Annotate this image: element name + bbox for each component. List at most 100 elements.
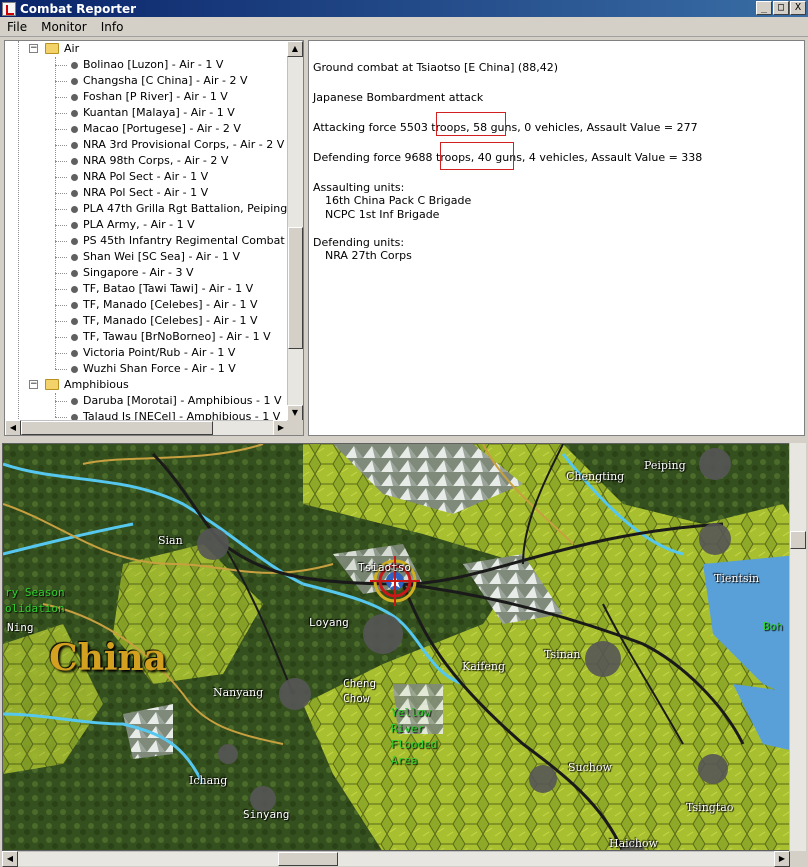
- map-label-yellow-3: Flooded: [391, 738, 438, 751]
- tree-connector: [55, 273, 67, 274]
- tree-connector: [55, 305, 67, 306]
- tree-item-label: TF, Manado [Celebes] - Air - 1 V: [83, 298, 258, 311]
- map-vertical-scrollbar[interactable]: [789, 443, 806, 851]
- tree-group[interactable]: − Amphibious: [5, 377, 289, 393]
- map-label-yellow-4: Area: [391, 754, 418, 767]
- tree-connector: [55, 161, 67, 162]
- tree-item[interactable]: Victoria Point/Rub - Air - 1 V: [5, 345, 289, 361]
- tree-item[interactable]: NRA Pol Sect - Air - 1 V: [5, 185, 289, 201]
- map-vscroll-thumb[interactable]: [790, 531, 806, 549]
- tree-item[interactable]: Kuantan [Malaya] - Air - 1 V: [5, 105, 289, 121]
- report-attacking-force: Attacking force 5503 troops, 58 guns, 0 …: [313, 121, 698, 134]
- tree-item[interactable]: Changsha [C China] - Air - 2 V: [5, 73, 289, 89]
- minimize-button[interactable]: _: [756, 1, 772, 15]
- scroll-up-arrow-icon[interactable]: ▲: [287, 41, 303, 57]
- map-label-tsiaotso: Tsiaotso: [358, 561, 411, 574]
- tree-horizontal-scrollbar[interactable]: ◀ ▶: [5, 420, 289, 435]
- tree-item[interactable]: PLA 47th Grilla Rgt Battalion, Peiping […: [5, 201, 289, 217]
- tree-item[interactable]: Foshan [P River] - Air - 1 V: [5, 89, 289, 105]
- tree-connector: [55, 401, 67, 402]
- menu-info[interactable]: Info: [94, 20, 131, 34]
- tree-hscroll-thumb[interactable]: [21, 421, 213, 435]
- tree-group[interactable]: − Air: [5, 41, 289, 57]
- map-horizontal-scrollbar[interactable]: ◀ ▶: [2, 851, 790, 867]
- collapse-toggle-icon[interactable]: −: [29, 44, 38, 53]
- unit-bullet-icon: [71, 206, 78, 213]
- unit-bullet-icon: [71, 78, 78, 85]
- tree-item[interactable]: Wuzhi Shan Force - Air - 1 V: [5, 361, 289, 377]
- tree-item[interactable]: NRA 98th Corps, - Air - 2 V: [5, 153, 289, 169]
- tree-item[interactable]: PLA Army, - Air - 1 V: [5, 217, 289, 233]
- unit-bullet-icon: [71, 94, 78, 101]
- tree-item[interactable]: Daruba [Morotai] - Amphibious - 1 V: [5, 393, 289, 409]
- tree-vertical-connector: [55, 393, 56, 417]
- close-button[interactable]: X: [790, 1, 806, 15]
- tree-vertical-scrollbar[interactable]: ▲ ▼: [287, 41, 303, 421]
- report-attack-type: Japanese Bombardment attack: [313, 91, 484, 104]
- tree-item[interactable]: Bolinao [Luzon] - Air - 1 V: [5, 57, 289, 73]
- assaulting-units-title: Assaulting units:: [313, 181, 405, 194]
- tree-connector: [55, 417, 67, 418]
- unit-bullet-icon: [71, 302, 78, 309]
- tree-item[interactable]: Singapore - Air - 3 V: [5, 265, 289, 281]
- tree-item-label: Macao [Portugese] - Air - 2 V: [83, 122, 241, 135]
- tree-item-label: Victoria Point/Rub - Air - 1 V: [83, 346, 236, 359]
- tree-item[interactable]: Macao [Portugese] - Air - 2 V: [5, 121, 289, 137]
- tree-connector: [55, 81, 67, 82]
- tree-item[interactable]: TF, Manado [Celebes] - Air - 1 V: [5, 297, 289, 313]
- map-label-consolidation: olidation: [5, 602, 65, 615]
- tree-item[interactable]: TF, Batao [Tawi Tawi] - Air - 1 V: [5, 281, 289, 297]
- maximize-button[interactable]: □: [773, 1, 789, 15]
- unit-bullet-icon: [71, 398, 78, 405]
- tree-connector: [55, 353, 67, 354]
- tree-item[interactable]: PS 45th Infantry Regimental Combat Team: [5, 233, 289, 249]
- map-label-ichang: Ichang: [189, 774, 228, 787]
- map-hscroll-thumb[interactable]: [278, 852, 338, 866]
- map-scroll-left-arrow-icon[interactable]: ◀: [2, 851, 18, 867]
- scroll-down-arrow-icon[interactable]: ▼: [287, 405, 303, 421]
- map-scroll-right-arrow-icon[interactable]: ▶: [774, 851, 790, 867]
- unit-bullet-icon: [71, 286, 78, 293]
- map-label-china: China: [49, 637, 168, 679]
- collapse-toggle-icon[interactable]: −: [29, 380, 38, 389]
- assaulting-unit: NCPC 1st Inf Brigade: [325, 208, 440, 221]
- tree-item-label: PS 45th Infantry Regimental Combat Team: [83, 234, 289, 247]
- tree-item-label: Wuzhi Shan Force - Air - 1 V: [83, 362, 236, 375]
- unit-bullet-icon: [71, 270, 78, 277]
- scroll-left-arrow-icon[interactable]: ◀: [5, 420, 21, 435]
- tree-item[interactable]: TF, Tawau [BrNoBorneo] - Air - 1 V: [5, 329, 289, 345]
- tree-item[interactable]: NRA 3rd Provisional Corps, - Air - 2 V: [5, 137, 289, 153]
- menu-bar: File Monitor Info: [0, 17, 808, 37]
- tree-item-label: PLA Army, - Air - 1 V: [83, 218, 195, 231]
- map-label-tsinan: Tsinan: [544, 648, 581, 661]
- unit-bullet-icon: [71, 158, 78, 165]
- map-label-tsingtao: Tsingtao: [686, 801, 734, 814]
- menu-file[interactable]: File: [0, 20, 34, 34]
- tree-item[interactable]: Shan Wei [SC Sea] - Air - 1 V: [5, 249, 289, 265]
- tree-item-label: NRA 98th Corps, - Air - 2 V: [83, 154, 229, 167]
- map-label-nanyang: Nanyang: [213, 686, 264, 699]
- tree-connector: [55, 209, 67, 210]
- menu-monitor[interactable]: Monitor: [34, 20, 94, 34]
- unit-bullet-icon: [71, 222, 78, 229]
- strategic-map[interactable]: Chengting Peiping Sian Tsiaotso Tientsin…: [2, 443, 806, 851]
- map-label-ning: Ning: [7, 621, 34, 634]
- map-label-cheng-chow-2: Chow: [343, 692, 370, 705]
- tree-root-connector: [18, 41, 19, 421]
- highlight-box-defending: [440, 142, 514, 170]
- tree-item[interactable]: NRA Pol Sect - Air - 1 V: [5, 169, 289, 185]
- tree-connector: [55, 289, 67, 290]
- tree-item-label: Singapore - Air - 3 V: [83, 266, 194, 279]
- tree-item[interactable]: TF, Manado [Celebes] - Air - 1 V: [5, 313, 289, 329]
- map-label-peiping: Peiping: [644, 459, 686, 472]
- tree-scroll-thumb[interactable]: [288, 227, 303, 349]
- tree-item-label: Shan Wei [SC Sea] - Air - 1 V: [83, 250, 240, 263]
- assaulting-unit: 16th China Pack C Brigade: [325, 194, 472, 207]
- unit-bullet-icon: [71, 334, 78, 341]
- unit-bullet-icon: [71, 238, 78, 245]
- unit-bullet-icon: [71, 254, 78, 261]
- unit-bullet-icon: [71, 126, 78, 133]
- combat-report: Ground combat at Tsiaotso [E China] (88,…: [308, 40, 805, 436]
- map-label-sinyang: Sinyang: [243, 808, 290, 821]
- app-icon: [2, 1, 16, 16]
